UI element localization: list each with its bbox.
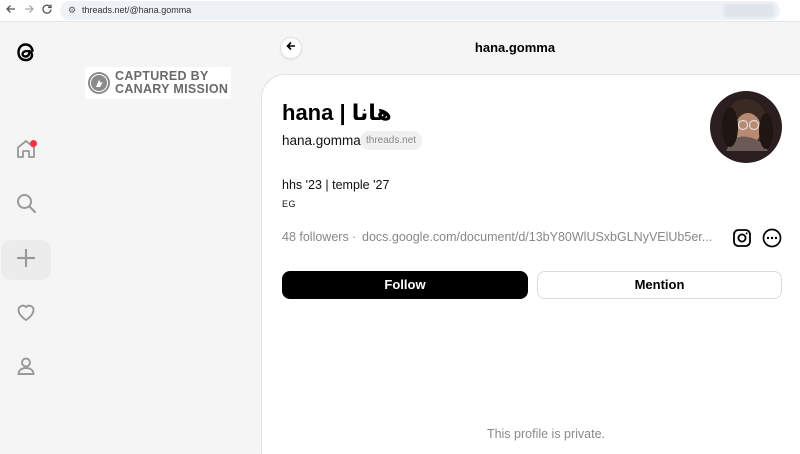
bird-icon [88, 72, 110, 94]
profile-username: hana.gomma [282, 133, 361, 148]
redacted-area [724, 4, 774, 17]
url-text: threads.net/@hana.gomma [82, 5, 192, 15]
browser-toolbar: ⚙ threads.net/@hana.gomma [0, 0, 800, 22]
person-icon [14, 354, 38, 383]
threads-logo-icon[interactable] [13, 38, 39, 66]
followers-count[interactable]: 48 followers [282, 230, 349, 244]
follow-button[interactable]: Follow [282, 271, 528, 299]
mention-button[interactable]: Mention [537, 271, 782, 299]
more-icon[interactable] [762, 228, 782, 248]
profile-bio: hhs '23 | temple '27 [282, 178, 390, 192]
back-arrow-icon[interactable] [3, 3, 19, 19]
instagram-icon[interactable] [732, 228, 752, 248]
search-icon [14, 191, 38, 220]
reload-icon[interactable] [39, 3, 55, 19]
avatar[interactable] [710, 91, 782, 163]
watermark-line1: CAPTURED BY [115, 69, 209, 83]
private-profile-message: This profile is private. [486, 427, 606, 441]
nav-search[interactable] [1, 185, 51, 225]
host-badge[interactable]: threads.net [360, 131, 423, 150]
heart-icon [14, 300, 38, 329]
watermark: CAPTURED BY CANARY MISSION [85, 67, 231, 99]
nav-home[interactable] [1, 131, 51, 171]
notification-dot [30, 140, 37, 147]
profile-link[interactable]: docs.google.com/document/d/13bY80WlUSxbG… [362, 230, 717, 244]
nav-profile[interactable] [1, 348, 51, 388]
page-title: hana.gomma [474, 40, 556, 55]
plus-icon [15, 247, 37, 274]
back-arrow-icon [285, 39, 297, 57]
separator: · [352, 230, 357, 244]
watermark-line2: CANARY MISSION [115, 82, 229, 96]
nav-activity[interactable] [1, 294, 51, 334]
nav-create[interactable] [1, 240, 51, 280]
profile-bio-tag: EG [282, 199, 297, 209]
address-bar[interactable]: ⚙ threads.net/@hana.gomma [60, 1, 780, 20]
back-button[interactable] [280, 37, 302, 59]
profile-name: hana | هانا [282, 100, 392, 125]
forward-arrow-icon[interactable] [21, 3, 37, 19]
site-settings-icon[interactable]: ⚙ [68, 4, 76, 17]
